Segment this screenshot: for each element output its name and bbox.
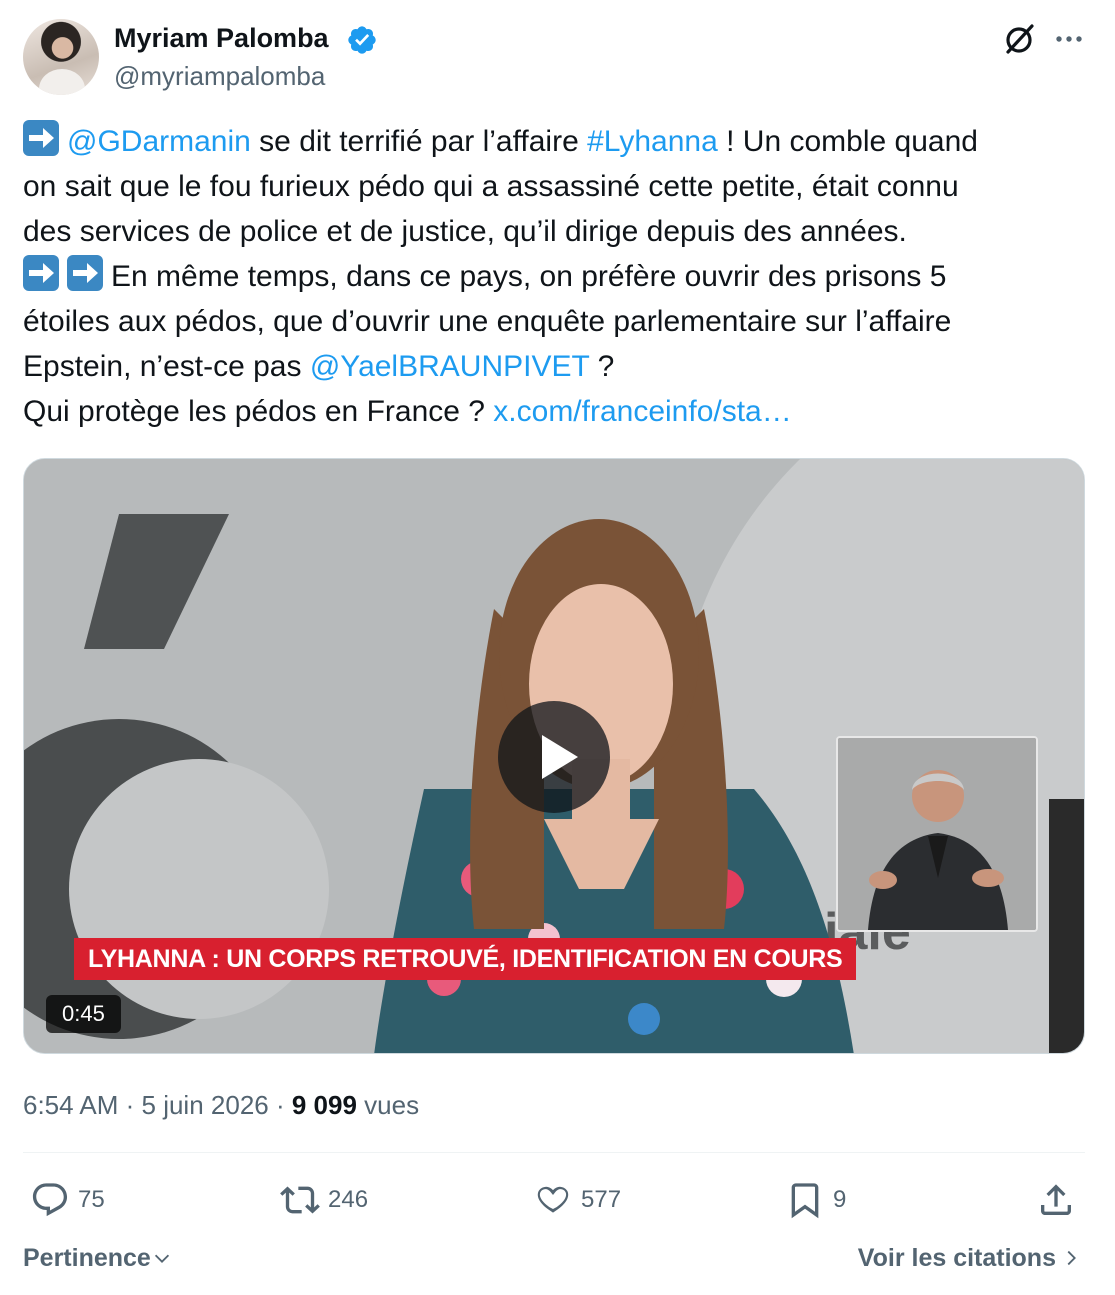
tweet-line: En même temps, dans ce pays, on préfère … [111, 260, 947, 293]
hashtag-lyhanna[interactable]: #Lyhanna [587, 125, 718, 158]
tweet-line: des services de police et de justice, qu… [23, 215, 907, 248]
repost-icon [280, 1186, 320, 1214]
avatar[interactable] [23, 19, 99, 95]
like-count: 577 [581, 1186, 622, 1213]
mention-yaelbraunpivet[interactable]: @YaelBRAUNPIVET [310, 350, 589, 383]
tweet-line: étoiles aux pédos, que d’ouvrir une enqu… [23, 305, 952, 338]
arrow-right-emoji-icon [23, 255, 59, 291]
sort-label: Pertinence [23, 1244, 151, 1272]
external-link[interactable]: x.com/franceinfo/sta… [493, 395, 791, 428]
view-quotes-link[interactable]: Voir les citations [858, 1240, 1082, 1276]
chevron-down-icon [154, 1254, 169, 1263]
share-button[interactable] [1036, 1175, 1084, 1225]
more-options-icon[interactable] [1050, 20, 1088, 58]
like-button[interactable]: 577 [533, 1175, 621, 1225]
chevron-right-icon [1067, 1250, 1076, 1266]
share-icon [1041, 1184, 1071, 1215]
play-button[interactable] [498, 701, 610, 813]
mention-gdarmanin[interactable]: @GDarmanin [67, 125, 251, 158]
tweet-text: @GDarmanin se dit terrifié par l’affaire… [23, 119, 1088, 434]
video-player[interactable]: iale LYHANNA : UN CORPS RETROUVÉ, IDENTI… [23, 458, 1085, 1054]
arrow-right-emoji-icon [67, 255, 103, 291]
views-count: 9 099 [291, 1090, 357, 1120]
tweet-line: on sait que le fou furieux pédo qui a as… [23, 170, 959, 203]
bookmark-icon [791, 1183, 819, 1219]
tweet-date[interactable]: 5 juin 2026 [142, 1090, 269, 1120]
bookmark-count: 9 [833, 1186, 847, 1213]
video-duration: 0:45 [46, 995, 121, 1033]
repost-button[interactable]: 246 [280, 1175, 368, 1225]
sort-dropdown[interactable]: Pertinence [23, 1240, 173, 1276]
heart-icon [537, 1186, 569, 1213]
repost-count: 246 [328, 1186, 369, 1213]
grok-icon[interactable] [1000, 20, 1038, 58]
verified-badge-icon [348, 26, 376, 54]
divider [23, 1152, 1085, 1153]
bookmark-button[interactable]: 9 [785, 1175, 846, 1225]
reply-count: 75 [78, 1186, 105, 1213]
sign-language-inset [836, 736, 1038, 932]
author-handle[interactable]: @myriampalomba [114, 60, 325, 92]
tweet-meta: 6:54 AM · 5 juin 2026 · 9 099 vues [23, 1090, 420, 1120]
news-banner: LYHANNA : UN CORPS RETROUVÉ, IDENTIFICAT… [74, 938, 857, 980]
quotes-label: Voir les citations [857, 1244, 1056, 1272]
arrow-right-emoji-icon [23, 120, 59, 156]
reply-icon [32, 1183, 68, 1217]
author-name[interactable]: Myriam Palomba [114, 21, 329, 55]
reply-button[interactable]: 75 [30, 1175, 105, 1225]
tweet-time[interactable]: 6:54 AM [23, 1090, 118, 1120]
